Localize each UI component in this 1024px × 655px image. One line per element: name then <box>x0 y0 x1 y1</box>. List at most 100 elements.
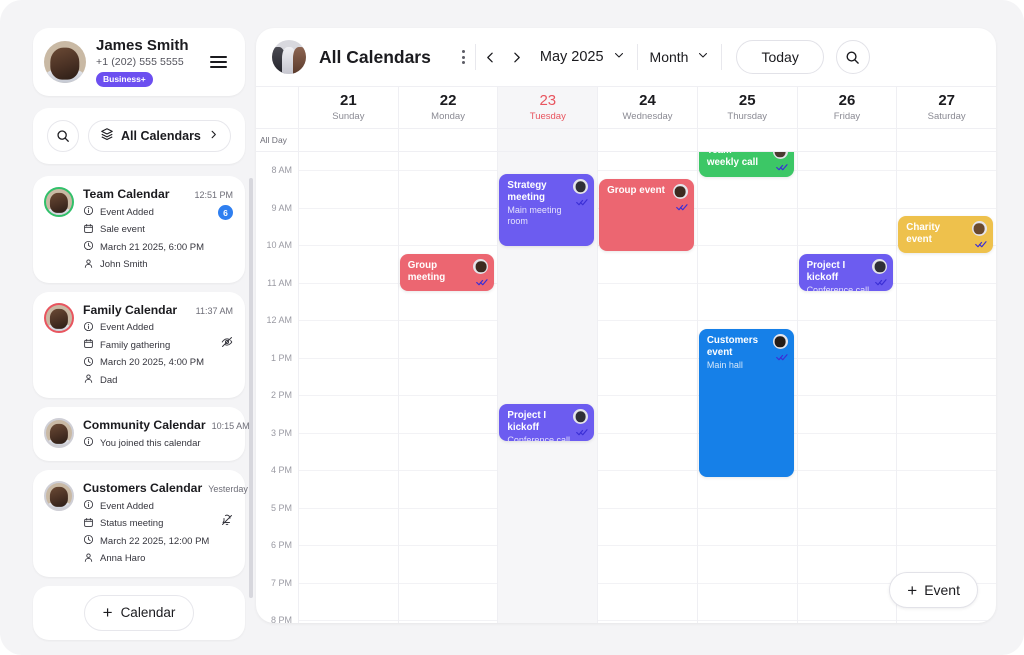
day-headers: 21 Sunday 22 Monday 23 Tuesday 24 Wednesday 25 Th… <box>256 86 996 128</box>
calendar-event[interactable]: Group event <box>599 179 694 251</box>
person-icon <box>83 258 94 272</box>
calendar-timestamp: 10:15 AM <box>211 421 250 431</box>
all-day-cell[interactable] <box>696 129 797 151</box>
calendar-detail-text: March 21 2025, 6:00 PM <box>100 241 205 253</box>
day-number: 25 <box>738 92 756 109</box>
all-day-cell[interactable] <box>298 129 398 151</box>
calendar-detail-row: Status meeting <box>83 517 233 531</box>
calendar-event[interactable]: Charity event <box>898 216 993 253</box>
day-number: 24 <box>639 92 656 109</box>
day-header-wednesday[interactable]: 24 Wednesday <box>597 87 697 128</box>
calendar-detail-row: Dad <box>83 373 233 387</box>
calendar-list-item[interactable]: Team Calendar 12:51 PM Event Added Sale eve… <box>33 176 245 283</box>
calendar-title: Customers Calendar <box>83 481 203 495</box>
clock-icon <box>83 240 94 254</box>
double-check-icon <box>975 238 987 250</box>
all-calendars-label: All Calendars <box>121 129 201 143</box>
eye-off-icon[interactable] <box>221 335 233 353</box>
profile-name: James Smith <box>96 36 189 54</box>
calendar-event[interactable]: Project I kickoff Conference call <box>499 404 595 441</box>
prev-period-button[interactable] <box>478 43 504 71</box>
day-number: 27 <box>938 92 956 109</box>
page-title: All Calendars <box>319 46 431 67</box>
search-icon[interactable] <box>47 120 79 152</box>
add-event-button[interactable]: + Event <box>889 572 978 608</box>
person-icon <box>83 373 94 387</box>
day-header-tuesday[interactable]: 23 Tuesday <box>497 87 598 128</box>
search-icon[interactable] <box>835 40 870 74</box>
calendar-list-item[interactable]: Community Calendar 10:15 AM You joined thi… <box>33 407 250 461</box>
double-check-icon <box>675 201 688 213</box>
sidebar-search-row: All Calendars <box>33 108 245 164</box>
more-vertical-icon[interactable] <box>454 44 473 70</box>
calendar-notifications-list: Team Calendar 12:51 PM Event Added Sale eve… <box>33 176 250 577</box>
all-day-label: All Day <box>260 135 287 145</box>
add-calendar-button[interactable]: + Calendar <box>83 594 195 631</box>
event-avatar <box>672 184 688 199</box>
clock-icon <box>83 534 94 548</box>
sidebar-scrollbar[interactable] <box>249 178 253 598</box>
info-icon <box>83 205 94 219</box>
calendar-list-item[interactable]: Customers Calendar Yesterday Event Added St… <box>33 470 248 577</box>
today-button[interactable]: Today <box>736 40 824 74</box>
day-header-friday[interactable]: 26 Friday <box>796 87 897 128</box>
hamburger-menu-icon[interactable] <box>206 52 231 72</box>
calendar-event[interactable]: Team weekly call <box>698 152 794 177</box>
calendar-list-item[interactable]: Family Calendar 11:37 AM Event Added Family… <box>33 291 245 398</box>
all-day-cell[interactable] <box>397 129 498 151</box>
period-selector[interactable]: May 2025 <box>530 42 635 72</box>
calendar-event[interactable]: Customers event Main hall <box>698 329 794 477</box>
plan-badge: Business+ <box>96 71 153 87</box>
day-name: Monday <box>431 111 465 122</box>
event-avatar <box>772 334 788 349</box>
bell-off-icon[interactable] <box>221 513 233 531</box>
events-layer: Group meeting Strategy meeting Main meetin… <box>256 152 996 623</box>
profile-card[interactable]: James Smith +1 (202) 555 5555 Business+ <box>33 28 245 96</box>
day-header-sunday[interactable]: 21 Sunday <box>298 87 398 128</box>
divider <box>474 44 476 70</box>
double-check-icon <box>576 426 588 438</box>
all-calendars-chip[interactable]: All Calendars <box>88 120 231 152</box>
info-icon <box>83 321 94 335</box>
calendar-event[interactable]: Project I kickoff Conference call <box>798 254 894 291</box>
double-check-icon <box>775 161 788 173</box>
calendar-detail-text: March 20 2025, 4:00 PM <box>100 357 205 368</box>
calendar-timestamp: 12:51 PM <box>194 190 233 200</box>
info-icon <box>83 499 94 513</box>
all-day-cell[interactable] <box>497 129 598 151</box>
calendar-timestamp: Yesterday <box>208 484 248 494</box>
plus-icon: + <box>102 603 113 622</box>
calendar-detail-row: Anna Haro <box>83 552 233 566</box>
day-number: 21 <box>340 92 357 109</box>
day-header-saturday[interactable]: 27 Saturday <box>896 87 996 128</box>
double-check-icon <box>476 276 489 288</box>
calendar-icon <box>83 338 94 352</box>
layers-icon <box>100 127 114 146</box>
calendar-detail-row: Event Added <box>83 321 233 335</box>
calendar-detail-text: Family gathering <box>100 339 171 351</box>
calendar-event[interactable]: Group meeting <box>399 254 495 291</box>
calendar-detail-row: John Smith <box>83 258 233 272</box>
person-icon <box>83 552 94 566</box>
calendar-avatar <box>44 187 74 217</box>
calendar-title: Team Calendar <box>83 187 170 201</box>
day-number: 23 <box>539 92 557 109</box>
calendar-event[interactable]: Strategy meeting Main meeting room <box>499 174 595 246</box>
time-grid: 8 AM 9 AM 10 AM 11 AM 12 AM 1 PM 2 PM 3 PM 4 PM 5… <box>256 152 996 623</box>
day-header-monday[interactable]: 22 Monday <box>397 87 498 128</box>
plus-icon: + <box>907 580 918 600</box>
all-day-cell[interactable] <box>896 129 996 151</box>
day-number: 22 <box>439 92 457 109</box>
calendar-detail-row: March 22 2025, 12:00 PM <box>83 534 233 548</box>
day-header-thursday[interactable]: 25 Thursday <box>696 87 797 128</box>
event-avatar <box>971 221 987 236</box>
view-selector[interactable]: Month <box>640 42 720 72</box>
chevron-down-icon <box>613 48 625 66</box>
calendar-detail-text: Anna Haro <box>100 553 146 564</box>
double-check-icon <box>875 276 887 288</box>
all-day-cell[interactable] <box>796 129 897 151</box>
all-day-cell[interactable] <box>597 129 697 151</box>
next-period-button[interactable] <box>504 43 530 71</box>
day-name: Friday <box>833 111 861 122</box>
double-check-icon <box>576 196 588 208</box>
